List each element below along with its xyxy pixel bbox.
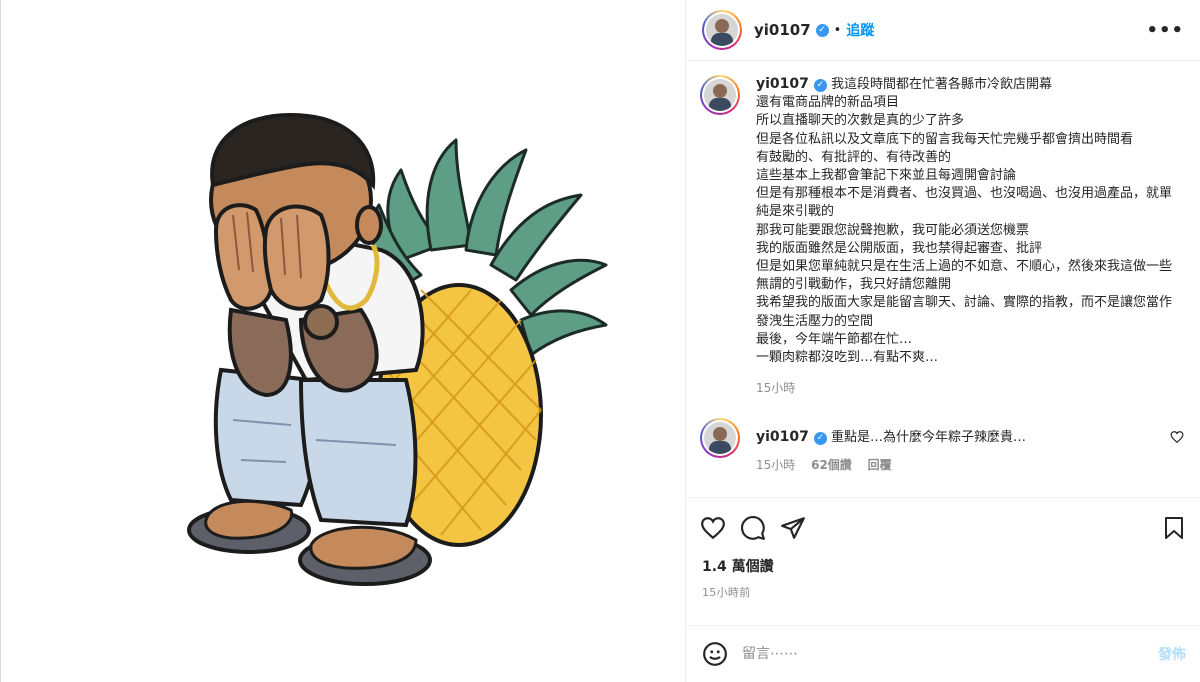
comment-text: 重點是…為什麼今年粽子辣麼貴… bbox=[831, 430, 1027, 446]
caption-username[interactable]: yi0107 bbox=[756, 76, 809, 92]
heart-icon[interactable] bbox=[700, 515, 726, 541]
caption-line: 有鼓勵的、有批評的、有待改善的 bbox=[756, 149, 952, 165]
caption-line: 我希望我的版面大家是能留言聊天、討論、實際的指教，而不是讓您當作發洩生活壓力的空… bbox=[756, 295, 1173, 329]
comment-username[interactable]: yi0107 bbox=[756, 429, 809, 445]
likes-count[interactable]: 1.4 萬個讚 bbox=[702, 556, 1186, 576]
caption-line: 這些基本上我都會筆記下來並且每週開會討論 bbox=[756, 168, 1017, 184]
caption-meta: 15小時 bbox=[756, 379, 1176, 397]
post-actions: 1.4 萬個讚 15小時前 bbox=[686, 497, 1200, 625]
caption-text: yi0107 ✓ 我這段時間都在忙著各縣市冷飲店開幕 還有電商品牌的新品項目 所以… bbox=[756, 75, 1176, 367]
post-header: yi0107 ✓ • 追蹤 ••• bbox=[686, 0, 1200, 61]
reply-button[interactable]: 回覆 bbox=[868, 458, 892, 472]
comment-likes[interactable]: 62個讚 bbox=[811, 458, 852, 472]
more-options-icon[interactable]: ••• bbox=[1146, 20, 1184, 41]
comment-avatar[interactable] bbox=[700, 418, 740, 459]
add-comment-bar: 發佈 bbox=[686, 625, 1200, 682]
caption-avatar[interactable] bbox=[700, 75, 740, 115]
caption-line: 所以直播聊天的次數是真的少了許多 bbox=[756, 113, 965, 129]
comment-item: yi0107 ✓ 重點是…為什麼今年粽子辣麼貴… 15小時 62個讚 回覆 bbox=[700, 418, 1184, 473]
verified-badge-icon: ✓ bbox=[813, 432, 827, 446]
separator-dot: • bbox=[833, 22, 842, 38]
caption-line: 那我可能要跟您說聲抱歉，我可能必須送您機票 bbox=[756, 222, 1030, 238]
caption-line: 但是如果您單純就只是在生活上過的不如意、不順心，然後來我這做一些無謂的引戰動作，… bbox=[756, 259, 1173, 293]
follow-button[interactable]: 追蹤 bbox=[846, 20, 874, 40]
comment-meta: 15小時 62個讚 回覆 bbox=[756, 456, 1156, 474]
caption-time[interactable]: 15小時 bbox=[756, 381, 795, 395]
verified-badge-icon: ✓ bbox=[813, 79, 827, 92]
comments-list[interactable]: yi0107 ✓ 我這段時間都在忙著各縣市冷飲店開幕 還有電商品牌的新品項目 所以… bbox=[686, 61, 1200, 497]
smiley-icon[interactable] bbox=[702, 641, 728, 667]
post-side-panel: yi0107 ✓ • 追蹤 ••• yi0107 ✓ 我這段時間都在忙著各縣市冷飲… bbox=[686, 0, 1200, 682]
caption-line: 我的版面雖然是公開版面，我也禁得起審查、批評 bbox=[756, 240, 1043, 256]
comment-icon[interactable] bbox=[740, 515, 766, 541]
verified-badge-icon: ✓ bbox=[815, 23, 829, 37]
caption: yi0107 ✓ 我這段時間都在忙著各縣市冷飲店開幕 還有電商品牌的新品項目 所以… bbox=[700, 75, 1184, 397]
posted-ago[interactable]: 15小時前 bbox=[702, 584, 1186, 600]
caption-line: 但是有那種根本不是消費者、也沒買過、也沒喝過、也沒用過產品，就單純是來引戰的 bbox=[756, 186, 1173, 220]
save-icon[interactable] bbox=[1162, 516, 1186, 540]
share-icon[interactable] bbox=[780, 515, 806, 541]
caption-line: 一顆肉粽都沒吃到…有點不爽… bbox=[756, 350, 939, 366]
cartoon-illustration bbox=[187, 112, 608, 586]
caption-line: 但是各位私訊以及文章底下的留言我每天忙完幾乎都會擠出時間看 bbox=[756, 131, 1134, 147]
comment-heart-icon[interactable] bbox=[1170, 430, 1184, 444]
comment-time[interactable]: 15小時 bbox=[756, 458, 795, 472]
post-image[interactable] bbox=[0, 0, 686, 682]
comment-input[interactable] bbox=[742, 646, 1158, 662]
caption-line: 我這段時間都在忙著各縣市冷飲店開幕 bbox=[831, 77, 1053, 92]
header-username[interactable]: yi0107 bbox=[754, 21, 811, 39]
avatar[interactable] bbox=[702, 10, 742, 50]
post-comment-button[interactable]: 發佈 bbox=[1158, 644, 1186, 664]
caption-line: 最後，今年端午節都在忙… bbox=[756, 331, 913, 347]
caption-line: 還有電商品牌的新品項目 bbox=[756, 95, 900, 111]
post-dialog: yi0107 ✓ • 追蹤 ••• yi0107 ✓ 我這段時間都在忙著各縣市冷飲… bbox=[0, 0, 1200, 682]
